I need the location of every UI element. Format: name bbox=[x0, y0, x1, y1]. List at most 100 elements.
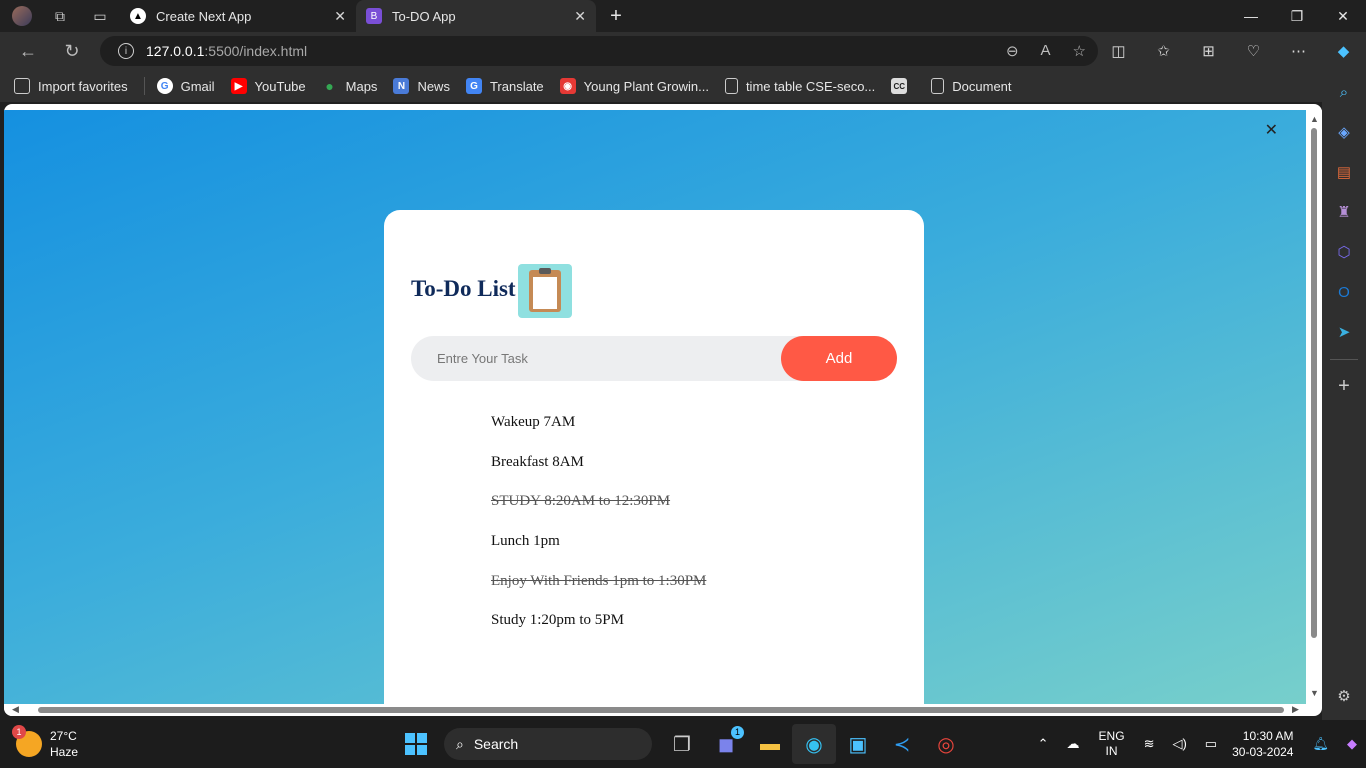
favorite-gmail[interactable]: G Gmail bbox=[156, 78, 215, 94]
profile-avatar[interactable] bbox=[12, 6, 32, 26]
shopping-tag-icon[interactable]: ◈ bbox=[1322, 112, 1366, 152]
zoom-out-icon[interactable]: ⊖ bbox=[1006, 42, 1019, 60]
favorites-icon[interactable]: ✩ bbox=[1141, 32, 1186, 70]
split-screen-icon[interactable]: ◫ bbox=[1096, 32, 1141, 70]
refresh-icon[interactable]: ↻ bbox=[50, 32, 94, 70]
list-item[interactable]: Lunch 1pm bbox=[491, 531, 706, 571]
horizontal-scrollbar[interactable]: ◀ ▶ bbox=[4, 704, 1306, 716]
favorite-maps[interactable]: ● Maps bbox=[322, 78, 378, 94]
favorite-news[interactable]: N News bbox=[393, 78, 450, 94]
divider bbox=[1322, 352, 1366, 366]
favorite-timetable[interactable]: time table CSE-seco... bbox=[724, 78, 875, 94]
address-input[interactable]: i 127.0.0.1:5500/index.html ⊖ A ☆ bbox=[100, 36, 1098, 66]
file-explorer-icon[interactable]: ▬ bbox=[748, 724, 792, 764]
weather-temp: 27°C bbox=[50, 729, 77, 743]
favorite-label: Document bbox=[952, 78, 1012, 94]
tab-create-next-app[interactable]: ▲ Create Next App ✕ bbox=[120, 0, 356, 32]
language-indicator[interactable]: ENG IN bbox=[1099, 729, 1125, 759]
task-list: Wakeup 7AM Breakfast 8AM STUDY 8:20AM to… bbox=[491, 412, 706, 650]
bootstrap-icon: B bbox=[366, 8, 382, 24]
favorite-translate[interactable]: G Translate bbox=[465, 78, 544, 94]
divider bbox=[143, 77, 145, 95]
favorite-youtube[interactable]: ▶ YouTube bbox=[230, 78, 306, 94]
add-button[interactable]: Add bbox=[781, 336, 897, 381]
health-icon[interactable]: ♡ bbox=[1231, 32, 1276, 70]
workspaces-icon[interactable]: ⧉ bbox=[40, 0, 80, 32]
edge-icon[interactable]: ◉ bbox=[792, 724, 836, 764]
settings-icon[interactable]: ⚙ bbox=[1322, 676, 1366, 716]
horizontal-scroll-thumb[interactable] bbox=[38, 707, 1284, 713]
windows-logo-icon bbox=[405, 733, 427, 755]
vertical-scroll-thumb[interactable] bbox=[1311, 128, 1317, 638]
taskbar-search[interactable]: ⌕ Search bbox=[444, 728, 652, 760]
more-icon[interactable]: ⋯ bbox=[1276, 32, 1321, 70]
task-view-icon[interactable]: ❐ bbox=[660, 724, 704, 764]
tools-icon[interactable]: ▤ bbox=[1322, 152, 1366, 192]
lang-top: ENG bbox=[1098, 729, 1125, 743]
weather-badge: 1 bbox=[12, 725, 26, 739]
start-button[interactable] bbox=[396, 724, 436, 764]
scroll-right-icon[interactable]: ▶ bbox=[1292, 704, 1299, 715]
teams-icon[interactable]: ◼ 1 bbox=[704, 724, 748, 764]
copilot-app-icon[interactable]: ⬡ bbox=[1322, 232, 1366, 272]
back-icon[interactable]: ← bbox=[6, 32, 50, 70]
notification-bell-icon[interactable]: 🔔︎ bbox=[1312, 736, 1329, 752]
onedrive-icon[interactable]: ☁ bbox=[1067, 736, 1080, 752]
collections-icon[interactable]: ⊞ bbox=[1186, 32, 1231, 70]
read-aloud-icon[interactable]: A bbox=[1041, 42, 1051, 60]
list-item[interactable]: Breakfast 8AM bbox=[491, 452, 706, 492]
omnibox-actions: ⊖ A ☆ bbox=[1006, 42, 1086, 60]
scroll-left-icon[interactable]: ◀ bbox=[12, 704, 19, 715]
copilot-taskbar-icon[interactable]: ◆ bbox=[1347, 736, 1357, 752]
volume-icon[interactable]: ◁) bbox=[1172, 736, 1186, 752]
games-icon[interactable]: ♜ bbox=[1322, 192, 1366, 232]
close-tab-icon[interactable]: ✕ bbox=[334, 8, 346, 25]
chrome-icon[interactable]: ◎ bbox=[924, 724, 968, 764]
list-item[interactable]: Study 1:20pm to 5PM bbox=[491, 610, 706, 650]
favorite-young-plant[interactable]: ◉ Young Plant Growin... bbox=[559, 78, 709, 94]
weather-desc: Haze bbox=[50, 745, 79, 759]
favorite-star-icon[interactable]: ☆ bbox=[1073, 42, 1086, 60]
vertical-scrollbar[interactable]: ▲ ▼ bbox=[1306, 110, 1322, 704]
browser-tab-bar: ⧉ ▭ ▲ Create Next App ✕ B To-DO App ✕ + … bbox=[0, 0, 1366, 32]
vertical-tabs-icon[interactable]: ▭ bbox=[80, 0, 120, 32]
search-icon[interactable]: ⌕ bbox=[1322, 72, 1366, 112]
tab-title: To-DO App bbox=[392, 8, 456, 24]
scroll-up-icon[interactable]: ▲ bbox=[1310, 114, 1319, 124]
vscode-icon[interactable]: ≺ bbox=[880, 724, 924, 764]
close-tab-icon[interactable]: ✕ bbox=[574, 8, 586, 25]
favorite-document[interactable]: Document bbox=[931, 78, 1012, 94]
close-icon[interactable]: ✕ bbox=[1265, 120, 1278, 140]
list-item[interactable]: STUDY 8:20AM to 12:30PM bbox=[491, 491, 706, 531]
document-icon bbox=[931, 78, 945, 94]
outlook-icon[interactable]: O bbox=[1322, 272, 1366, 312]
send-icon[interactable]: ➤ bbox=[1322, 312, 1366, 352]
battery-icon[interactable]: ▭ bbox=[1205, 736, 1217, 752]
favorite-label: Translate bbox=[489, 78, 544, 94]
clock[interactable]: 10:30 AM 30-03-2024 bbox=[1232, 728, 1293, 760]
list-item[interactable]: Wakeup 7AM bbox=[491, 412, 706, 452]
tab-todo-app[interactable]: B To-DO App ✕ bbox=[356, 0, 596, 32]
close-window-icon[interactable]: ✕ bbox=[1320, 0, 1366, 32]
add-icon[interactable]: + bbox=[1322, 366, 1366, 406]
new-tab-button[interactable]: + bbox=[596, 5, 636, 28]
clock-date: 30-03-2024 bbox=[1232, 745, 1294, 759]
favorite-label: Young Plant Growin... bbox=[583, 78, 709, 94]
task-input[interactable] bbox=[411, 336, 781, 381]
search-label: Search bbox=[473, 736, 519, 752]
favorite-cc[interactable]: CC bbox=[891, 78, 915, 94]
weather-widget[interactable]: 1 27°C Haze bbox=[12, 725, 79, 760]
minimize-icon[interactable]: — bbox=[1228, 0, 1274, 32]
favorite-label: Maps bbox=[345, 78, 378, 94]
store-icon[interactable]: ▣ bbox=[836, 724, 880, 764]
chevron-up-icon[interactable]: ⌃ bbox=[1038, 736, 1049, 752]
taskbar-apps: ⌕ Search ❐ ◼ 1 ▬ ◉ ▣ ≺ ◎ bbox=[396, 724, 968, 764]
wifi-icon[interactable]: ≋ bbox=[1144, 736, 1155, 752]
restore-icon[interactable]: ❐ bbox=[1274, 0, 1320, 32]
copilot-icon[interactable]: ◆ bbox=[1321, 32, 1366, 70]
favorite-import[interactable]: Import favorites bbox=[14, 78, 128, 94]
news-icon: N bbox=[393, 78, 410, 94]
scroll-down-icon[interactable]: ▼ bbox=[1310, 688, 1319, 698]
list-item[interactable]: Enjoy With Friends 1pm to 1:30PM bbox=[491, 571, 706, 611]
site-info-icon[interactable]: i bbox=[118, 43, 134, 59]
